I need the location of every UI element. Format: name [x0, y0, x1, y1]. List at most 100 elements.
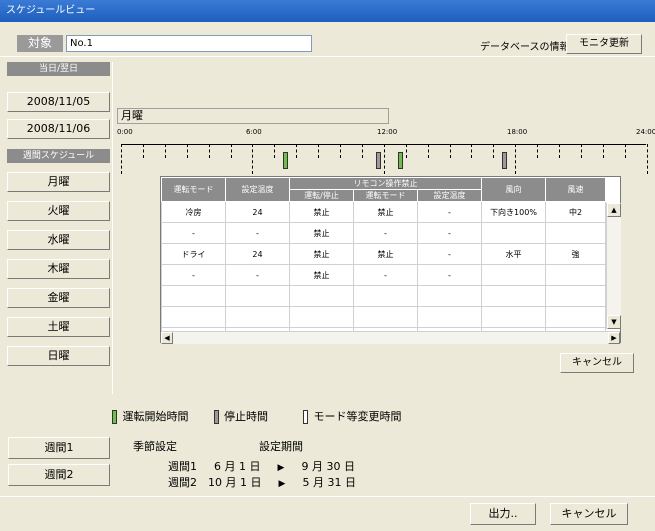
timeline-tick [340, 144, 341, 158]
table-cell [481, 306, 546, 328]
col-header-direction: 風向 [481, 177, 546, 202]
table-cell: 中2 [545, 201, 606, 223]
day-button-wed[interactable]: 水曜 [7, 230, 110, 250]
season-row-to-month: 5 [302, 476, 310, 489]
timeline-label-6: 6:00 [246, 128, 262, 136]
table-cell: - [417, 264, 482, 286]
stop-marker-icon [213, 410, 219, 424]
col-header-speed: 風速 [545, 177, 606, 202]
table-cell: 禁止 [353, 201, 418, 223]
start-time-marker[interactable] [283, 152, 289, 169]
season-row-to-month: 9 [301, 460, 309, 473]
timeline-tick [405, 144, 407, 158]
table-cell [161, 306, 226, 328]
table-cell: - [417, 243, 482, 265]
col-header-mode: 運転モード [161, 177, 226, 202]
season-row-from-day: 1 [239, 460, 246, 473]
day-button-mon[interactable]: 月曜 [7, 172, 110, 192]
day-button-tue[interactable]: 火曜 [7, 201, 110, 221]
scroll-right-icon[interactable]: ▶ [608, 332, 620, 344]
timeline-tick [121, 144, 122, 174]
timeline-tick [427, 144, 429, 158]
week2-button[interactable]: 週間2 [8, 464, 110, 486]
day-unit: 日 [345, 476, 356, 489]
col-header-remote-lock: リモコン操作禁止 [289, 177, 482, 190]
table-row[interactable]: - - 禁止 - - [161, 264, 606, 286]
table-cell: - [353, 222, 418, 244]
timeline-tick [164, 144, 166, 158]
season-row-from-month: 10 [208, 476, 222, 489]
window-titlebar: スケジュールビュー [0, 0, 655, 22]
arrow-right-icon: ▶ [278, 479, 286, 489]
table-cell: 水平 [481, 243, 546, 265]
stop-time-marker[interactable] [502, 152, 508, 169]
timeline-tick [186, 144, 188, 158]
legend-start: 運転開始時間 [122, 410, 189, 423]
table-cell: 禁止 [353, 243, 418, 265]
horizontal-scrollbar[interactable]: ◀ ▶ [161, 331, 620, 344]
col-subheader-onoff: 運転/停止 [289, 189, 354, 202]
table-cell [481, 285, 546, 307]
table-cancel-button[interactable]: キャンセル [560, 353, 634, 373]
stop-time-marker[interactable] [376, 152, 382, 169]
table-row[interactable] [161, 306, 606, 328]
timeline-tick [252, 144, 254, 174]
table-cell: 強 [545, 243, 606, 265]
table-cell [545, 285, 606, 307]
table-cell [353, 306, 418, 328]
table-row[interactable]: - - 禁止 - - [161, 222, 606, 244]
day-button-sat[interactable]: 土曜 [7, 317, 110, 337]
left-panel: 当日/翌日 2008/11/05 2008/11/06 週間スケジュール 月曜 … [7, 62, 110, 398]
timeline-label-18: 18:00 [507, 128, 528, 136]
table-cell: - [353, 264, 418, 286]
day-unit: 日 [250, 476, 262, 489]
target-field[interactable]: No.1 [66, 35, 312, 52]
date-button-today[interactable]: 2008/11/05 [7, 92, 110, 112]
table-cell [161, 285, 226, 307]
season-row-week: 週間2 [168, 476, 197, 489]
monitor-update-button[interactable]: モニタ更新 [566, 34, 642, 54]
table-row[interactable] [161, 285, 606, 307]
day-button-fri[interactable]: 金曜 [7, 288, 110, 308]
output-button[interactable]: 出力.. [470, 503, 536, 525]
date-button-tomorrow[interactable]: 2008/11/06 [7, 119, 110, 139]
table-row[interactable]: 冷房 24 禁止 禁止 - 下向き100% 中2 [161, 201, 606, 223]
table-cell: 下向き100% [481, 201, 546, 223]
timeline-label-24: 24:00 [636, 128, 655, 136]
day-button-sun[interactable]: 日曜 [7, 346, 110, 366]
table-cell [545, 264, 606, 286]
vertical-scrollbar[interactable]: ▲ ▼ [606, 203, 621, 329]
timeline-tick [361, 144, 363, 158]
table-cell: 禁止 [289, 222, 354, 244]
col-header-temp: 設定温度 [225, 177, 290, 202]
timeline-tick [602, 144, 604, 158]
table-cell: - [417, 201, 482, 223]
table-cell [481, 264, 546, 286]
table-cell [545, 222, 606, 244]
table-cell: - [417, 222, 482, 244]
scroll-down-icon[interactable]: ▼ [607, 315, 621, 329]
timeline-label-12: 12:00 [377, 128, 398, 136]
date-section-header: 当日/翌日 [7, 62, 110, 76]
table-row[interactable]: ドライ 24 禁止 禁止 - 水平強 [161, 243, 606, 265]
col-subheader-temp: 設定温度 [417, 189, 482, 202]
week1-button[interactable]: 週間1 [8, 437, 110, 459]
start-time-marker[interactable] [398, 152, 404, 169]
week-schedule-header: 週間スケジュール [7, 149, 110, 163]
season-row-2: 週間2 10 月 1 日 ▶ 5 月 31 日 [168, 474, 356, 490]
table-cell [289, 306, 354, 328]
table-cell [289, 285, 354, 307]
footer-cancel-button[interactable]: キャンセル [550, 503, 628, 525]
month-unit: 月 [312, 460, 323, 473]
day-button-thu[interactable]: 木曜 [7, 259, 110, 279]
scroll-up-icon[interactable]: ▲ [607, 203, 621, 217]
timeline-tick [537, 144, 539, 158]
scroll-left-icon[interactable]: ◀ [161, 332, 173, 344]
table-cell: 冷房 [161, 201, 226, 223]
timeline-tick [559, 144, 560, 158]
timeline-tick [274, 144, 276, 158]
timeline-tick [296, 144, 298, 158]
month-unit: 月 [313, 476, 324, 489]
season-row-1: 週間1 6 月 1 日 ▶ 9 月 30 日 [168, 458, 355, 474]
timeline-tick [230, 144, 232, 158]
